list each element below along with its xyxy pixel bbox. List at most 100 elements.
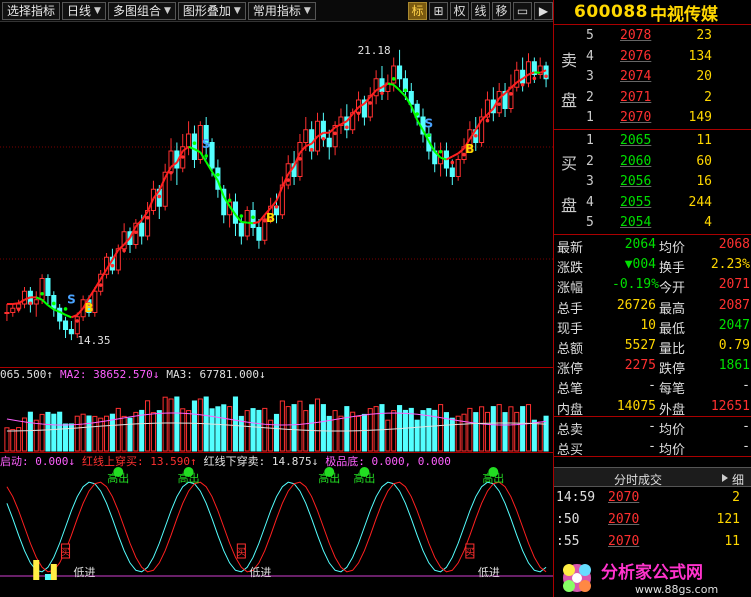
trend-line-segment [65,314,72,319]
toolbar-button-3[interactable]: 图形叠加 ▼ [177,1,246,20]
ask-level: 1 [586,110,594,126]
grid-icon[interactable]: ⊞ [429,1,448,20]
quote-v: 2064 [624,237,656,252]
candle [27,287,33,313]
tick-qty: 121 [716,512,740,527]
volume-bar [162,396,168,452]
volume-bar [232,396,239,452]
ask-row[interactable]: 5 2078 23 [554,26,751,47]
volume-bar [420,410,426,452]
rights-tab[interactable]: 权 [450,1,469,20]
quote-v: - [648,439,656,454]
trend-dot [333,131,337,136]
quote-k2: 最低 [659,321,686,337]
low-signal-label: 低进 [478,566,500,579]
quote-row: 总额 5527 量比 0.79 [554,336,751,357]
bid-row[interactable]: 5 2054 4 [554,213,751,234]
toolbar-button-1[interactable]: 日线 ▼ [62,1,106,20]
window-icon[interactable]: ▭ [513,1,532,20]
line-tab[interactable]: 线 [471,1,490,20]
volume-bar [86,415,92,452]
trend-dot [438,149,443,154]
volume-bar [461,413,467,452]
trend-dot [110,263,115,268]
volume-bar [350,411,356,452]
tab-ticks[interactable]: 分时成交 [614,471,662,488]
trend-dot [239,214,244,218]
tab-detail[interactable]: 细 [732,471,744,488]
quote-row: 内盘 14075 外盘 12651 [554,397,751,418]
quote-row: 涨停 2275 跌停 1861 [554,356,751,377]
volume-bar [92,415,98,452]
ask-vol: 20 [696,69,712,85]
candle [373,70,379,105]
toolbar: 选择指标 日线 ▼ 多图组合 ▼ 图形叠加 ▼ 常用指标 ▼ 标 ⊞ 权线移 ▭ ▶ [0,0,553,22]
quote-v2: 2047 [718,317,750,333]
play-icon[interactable]: ▶ [534,1,553,20]
candle [525,53,532,88]
volume-bar [250,408,256,452]
volume-bar [508,406,514,452]
trend-line-segment [451,152,459,158]
ask-row[interactable]: 2 2071 2 [554,88,751,109]
high-signal-label: 高出 [318,471,340,485]
volume-bar [291,404,297,452]
volume-bar [496,404,502,452]
trend-dot [286,178,291,182]
volume-bar [355,415,362,452]
candle [314,112,321,156]
ask-row[interactable]: 1 2070 149 [554,108,751,129]
watermark-logo: 分析家公式网 www.88gs.com [563,562,718,596]
volume-bar [385,419,391,452]
candle [455,155,461,181]
volume-bar [174,396,180,452]
trend-dot [180,155,185,159]
toolbar-button-0[interactable]: 选择指标 [2,1,61,20]
candlestick-svg: SBSBSB21.1814.35 [0,44,553,347]
quote-table: 最新 2064 均价 2068 涨跌 ▼004 换手 2.23% 涨幅 -0.19% 今开 2071 总… [554,235,751,465]
quote-v: 26726 [616,297,656,313]
move-tab[interactable]: 移 [492,1,511,20]
toolbar-button-2[interactable]: 多图组合 ▼ [107,1,176,20]
trend-dot [157,194,162,199]
bid-vol: 244 [688,194,712,210]
indicator-chart[interactable]: 高出 高出 高出 高出 高出买低进买低进买低进 启动: 0.000↓ 红线上穿买: 13.… [0,452,553,597]
quote-row: 总手 26726 最高 2087 [554,296,751,317]
candle [438,142,444,177]
bid-row[interactable]: 4 2055 244 [554,193,751,214]
mark-tab[interactable]: 标 [408,1,427,20]
bid-row[interactable]: 1 2065 11 [554,131,751,152]
indicator-svg: 高出 高出 高出 高出 高出买低进买低进买低进 [0,452,553,580]
volume-bar [414,419,420,452]
chevron-down-icon: ▼ [94,5,101,16]
tick-list: 14:59 2070 2:50 2070 121:55 2070 11 [554,488,751,558]
bid-row[interactable]: 3 2056 16 [554,172,751,193]
ask-row[interactable]: 4 2076 134 [554,47,751,68]
bid-level: 1 [586,133,594,148]
bid-row[interactable]: 2 2060 60 [554,152,751,173]
volume-chart[interactable]: 065.500↑ MA2: 38652.570↓ MA3: 67781.000↓ [0,367,553,452]
trend-dot [216,172,220,177]
legend-item: 065.500↑ [0,368,53,381]
buy-signal-label: 买 [61,547,70,558]
toolbar-button-4[interactable]: 常用指标 ▼ [247,1,316,20]
trend-dot [485,118,490,123]
quote-v: 10 [640,317,656,333]
candle [320,112,326,147]
volume-bar [473,412,479,452]
tick-tab-bar[interactable]: 分时成交 细 [554,467,751,487]
trend-dot [204,154,208,158]
trend-dot [40,291,44,296]
trend-dot [450,160,455,165]
bid-vol: 16 [696,174,712,190]
high-signal-label: 高出 [178,471,200,485]
tick-price: 2070 [608,534,640,549]
candlestick-chart[interactable]: S B S B S B 21.18 14.35 [0,22,553,367]
play-triangle-icon[interactable] [722,474,728,482]
quote-k: 最新 [557,241,584,256]
ask-row[interactable]: 3 2074 20 [554,67,751,88]
volume-bar [51,413,57,452]
candle [502,83,508,117]
quote-v2: 2068 [718,237,750,252]
tick-time: 14:59 [556,490,596,505]
